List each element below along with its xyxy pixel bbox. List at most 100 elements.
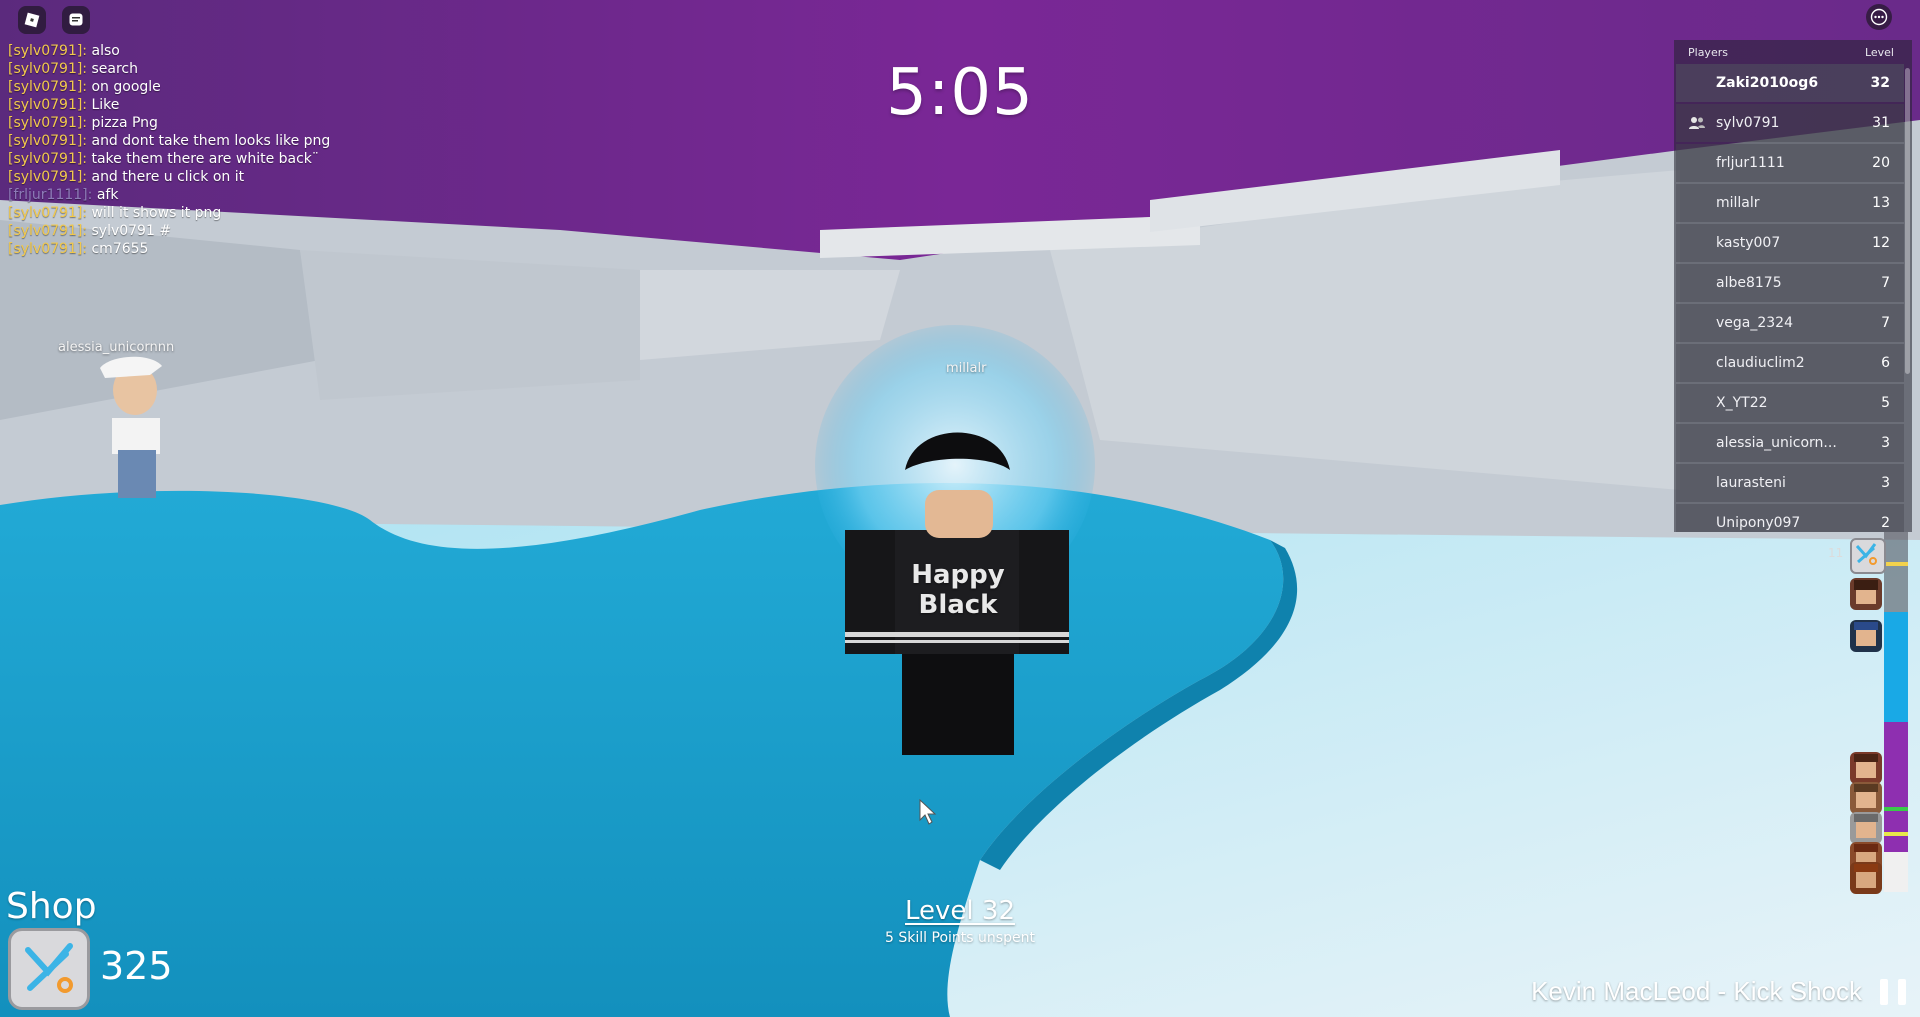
pause-icon bbox=[1898, 979, 1906, 1005]
chat-username[interactable]: [sylv0791]: bbox=[8, 241, 87, 257]
player-row[interactable]: Unipony097 2 bbox=[1676, 504, 1904, 532]
skill-points-text: 5 Skill Points unspent bbox=[885, 930, 1035, 946]
player-row[interactable]: X_YT22 5 bbox=[1676, 384, 1904, 422]
player-level: 7 bbox=[1881, 275, 1890, 291]
player-avatar[interactable] bbox=[1850, 782, 1882, 814]
player-row[interactable]: vega_2324 7 bbox=[1676, 304, 1904, 342]
player-name: albe8175 bbox=[1716, 275, 1782, 291]
player-name: millalr bbox=[1716, 195, 1760, 211]
player-avatar[interactable] bbox=[1850, 578, 1882, 610]
shop-label[interactable]: Shop bbox=[6, 886, 97, 927]
player-level: 32 bbox=[1870, 75, 1890, 91]
player-level-title[interactable]: Level 32 bbox=[905, 896, 1015, 926]
player-row[interactable]: millalr 13 bbox=[1676, 184, 1904, 222]
currency-count: 325 bbox=[100, 944, 173, 988]
player-row[interactable]: frljur1111 20 bbox=[1676, 144, 1904, 182]
chat-message: [sylv0791]: also bbox=[8, 42, 528, 60]
now-playing-text: Kevin MacLeod - Kick Shock bbox=[1531, 976, 1862, 1006]
player-name: alessia_unicorn... bbox=[1716, 435, 1837, 451]
shirt-line-2: Black bbox=[918, 590, 998, 620]
player-list-scrollbar[interactable] bbox=[1905, 68, 1910, 374]
chat-message: [sylv0791]: cm7655 bbox=[8, 240, 528, 258]
roblox-logo-icon bbox=[24, 12, 40, 28]
avatar-face-icon bbox=[1854, 864, 1878, 888]
chat-icon bbox=[69, 13, 83, 26]
chat-username[interactable]: [sylv0791]: bbox=[8, 151, 87, 167]
chat-username[interactable]: [sylv0791]: bbox=[8, 97, 87, 113]
chat-log: [sylv0791]: also [sylv0791]: search [syl… bbox=[8, 42, 528, 258]
player-avatar[interactable] bbox=[1850, 862, 1882, 894]
avatar-face-icon bbox=[1854, 814, 1878, 838]
player-name: Zaki2010og6 bbox=[1716, 75, 1819, 91]
pause-icon bbox=[1880, 979, 1888, 1005]
player-level: 12 bbox=[1872, 235, 1890, 251]
player-level: 20 bbox=[1872, 155, 1890, 171]
player-name: kasty007 bbox=[1716, 235, 1781, 251]
player-row[interactable]: alessia_unicorn... 3 bbox=[1676, 424, 1904, 462]
chat-text: sylv0791 # bbox=[91, 223, 172, 239]
chat-username[interactable]: [sylv0791]: bbox=[8, 133, 87, 149]
player-list-header: Players Level bbox=[1674, 40, 1912, 64]
chat-username[interactable]: [sylv0791]: bbox=[8, 61, 87, 77]
chat-username[interactable]: [sylv0791]: bbox=[8, 79, 87, 95]
player-row[interactable]: laurasteni 3 bbox=[1676, 464, 1904, 502]
player-row[interactable]: Zaki2010og6 32 bbox=[1676, 64, 1904, 102]
chat-text: search bbox=[91, 61, 138, 77]
player-avatar[interactable] bbox=[1850, 752, 1882, 784]
chat-message: [sylv0791]: Like bbox=[8, 96, 528, 114]
friends-icon bbox=[1689, 117, 1705, 129]
chat-text: and there u click on it bbox=[91, 169, 245, 185]
avatar-face-icon bbox=[1854, 784, 1878, 808]
chat-message: [sylv0791]: and dont take them looks lik… bbox=[8, 132, 528, 150]
player-level: 13 bbox=[1872, 195, 1890, 211]
player-name: X_YT22 bbox=[1716, 395, 1768, 411]
chat-username[interactable]: [frljur1111]: bbox=[8, 187, 92, 203]
roblox-menu-button[interactable] bbox=[18, 6, 46, 34]
player-level: 7 bbox=[1881, 315, 1890, 331]
chat-username[interactable]: [sylv0791]: bbox=[8, 205, 87, 221]
player-avatar[interactable] bbox=[1850, 620, 1882, 652]
player-level: 5 bbox=[1881, 395, 1890, 411]
player-row[interactable]: claudiuclim2 6 bbox=[1676, 344, 1904, 382]
shop-button[interactable] bbox=[8, 928, 90, 1010]
avatar-face-icon bbox=[1854, 754, 1878, 778]
player-progress-bars bbox=[1884, 532, 1908, 892]
player-row[interactable]: kasty007 12 bbox=[1676, 224, 1904, 262]
npc-nametag-alessia: alessia_unicornnn bbox=[58, 340, 175, 355]
chat-text: pizza Png bbox=[91, 115, 158, 131]
chat-toggle-button[interactable] bbox=[62, 6, 90, 34]
chat-message: [sylv0791]: sylv0791 # bbox=[8, 222, 528, 240]
player-level: 31 bbox=[1872, 115, 1890, 131]
chat-text: cm7655 bbox=[91, 241, 149, 257]
music-pause-button[interactable] bbox=[1880, 979, 1908, 1005]
chat-username[interactable]: [sylv0791]: bbox=[8, 223, 87, 239]
chat-text: afk bbox=[96, 187, 119, 203]
shirt-text: Happy Black bbox=[900, 560, 1016, 620]
chat-message: [frljur1111]: afk bbox=[8, 186, 528, 204]
chat-username[interactable]: [sylv0791]: bbox=[8, 115, 87, 131]
avatar-face-icon bbox=[1854, 580, 1878, 604]
player-name: claudiuclim2 bbox=[1716, 355, 1805, 371]
chat-text: Like bbox=[91, 97, 120, 113]
player-level: 3 bbox=[1881, 475, 1890, 491]
avatar-face-icon bbox=[1854, 622, 1878, 646]
more-options-button[interactable] bbox=[1866, 4, 1892, 30]
player-level: 6 bbox=[1881, 355, 1890, 371]
chat-username[interactable]: [sylv0791]: bbox=[8, 169, 87, 185]
mouse-cursor-icon bbox=[919, 798, 937, 825]
player-row[interactable]: sylv0791 31 bbox=[1676, 104, 1904, 142]
level-column-header: Level bbox=[1864, 45, 1894, 59]
player-avatar[interactable] bbox=[1850, 812, 1882, 844]
player-row[interactable]: albe8175 7 bbox=[1676, 264, 1904, 302]
chat-message: [sylv0791]: will it shows it png bbox=[8, 204, 528, 222]
chat-message: [sylv0791]: and there u click on it bbox=[8, 168, 528, 186]
chat-text: on google bbox=[91, 79, 161, 95]
player-avatar[interactable] bbox=[1850, 538, 1886, 574]
shop-logo-icon bbox=[1855, 543, 1877, 565]
more-options-icon bbox=[1870, 8, 1888, 26]
chat-text: take them there are white back¨ bbox=[91, 151, 319, 167]
side-count-badge: 11 bbox=[1828, 546, 1844, 560]
players-column-header: Players bbox=[1688, 45, 1728, 59]
chat-message: [sylv0791]: on google bbox=[8, 78, 528, 96]
chat-username[interactable]: [sylv0791]: bbox=[8, 43, 87, 59]
